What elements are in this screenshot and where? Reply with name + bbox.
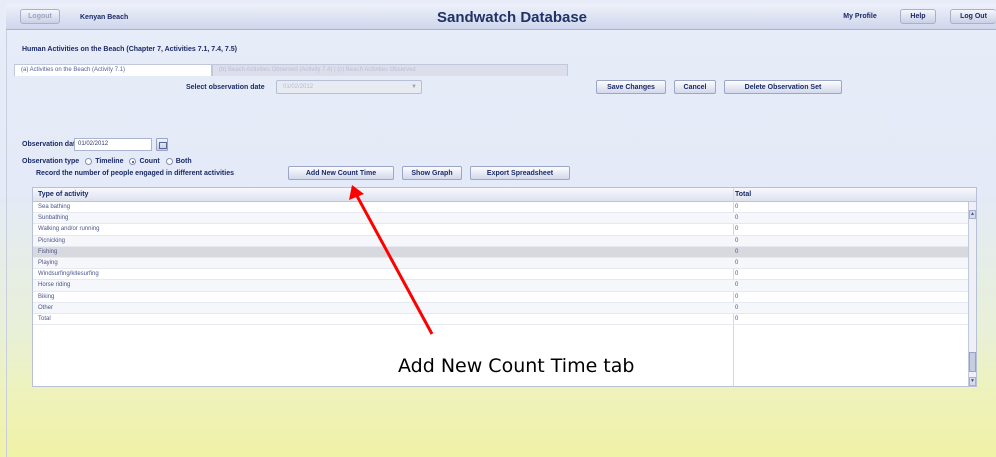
radio-count[interactable] <box>129 158 137 165</box>
help-button[interactable]: Help <box>900 9 936 24</box>
activity-cell: Total <box>38 315 51 322</box>
select-placeholder: 01/02/2012 <box>283 84 314 90</box>
export-spreadsheet-button[interactable]: Export Spreadsheet <box>470 166 570 180</box>
table-row[interactable]: Total 0 <box>33 314 973 326</box>
record-instructions: Record the number of people engaged in d… <box>36 170 234 177</box>
observation-date-select[interactable]: 01/02/2012 ▼ <box>276 80 422 94</box>
radio-timeline-label: Timeline <box>95 158 124 165</box>
observation-date-label: Observation date <box>22 141 80 148</box>
tab-other-activities[interactable]: (b) Beach Activities Observed (Activity … <box>212 64 568 76</box>
scroll-down-icon[interactable]: ▼ <box>969 377 976 386</box>
logout-button[interactable]: Log Out <box>950 9 996 24</box>
tab-activities-on-beach[interactable]: (a) Activities on the Beach (Activity 7.… <box>14 64 212 76</box>
total-cell[interactable]: 0 <box>735 316 738 322</box>
total-cell[interactable]: 0 <box>735 226 738 232</box>
radio-both[interactable] <box>165 158 173 165</box>
radio-timeline[interactable] <box>85 158 93 165</box>
total-cell[interactable]: 0 <box>735 204 738 210</box>
total-cell[interactable]: 0 <box>735 294 738 300</box>
add-new-count-time-button[interactable]: Add New Count Time <box>288 166 394 180</box>
table-row[interactable]: Walking and/or running 0 <box>33 224 973 236</box>
total-cell[interactable]: 0 <box>735 260 738 266</box>
calendar-icon[interactable] <box>156 138 168 151</box>
table-row[interactable]: Other 0 <box>33 302 973 314</box>
table-row[interactable]: Playing 0 <box>33 257 973 270</box>
scroll-thumb[interactable] <box>969 352 976 372</box>
activity-cell: Fishing <box>38 248 58 255</box>
activity-cell: Horse riding <box>38 282 71 289</box>
page-title: Human Activities on the Beach (Chapter 7… <box>22 46 237 53</box>
table-row[interactable]: Biking 0 <box>33 292 973 303</box>
table-row[interactable]: Sunbathing 0 <box>33 213 973 225</box>
logout-left-button[interactable]: Logout <box>20 9 60 24</box>
table-body: Sea bathing 0 Sunbathing 0 Walking and/or ru… <box>33 202 973 326</box>
table-row[interactable]: Horse riding 0 <box>33 280 973 292</box>
radio-count-label: Count <box>139 158 160 165</box>
observation-date-field[interactable]: 01/02/2012 <box>74 138 152 151</box>
total-cell[interactable]: 0 <box>735 271 738 277</box>
show-graph-button[interactable]: Show Graph <box>402 166 462 180</box>
radio-both-label: Both <box>175 158 192 165</box>
save-changes-button[interactable]: Save Changes <box>596 80 666 94</box>
top-bar: Logout Kenyan Beach Sandwatch Database M… <box>6 4 996 30</box>
select-observation-label: Select observation date <box>186 84 265 91</box>
table-row[interactable]: Fishing 0 <box>33 246 973 258</box>
scroll-up-icon[interactable]: ▲ <box>969 210 976 219</box>
column-header-activity: Type of activity <box>38 191 89 198</box>
activity-cell: Sunbathing <box>38 215 69 222</box>
delete-observation-button[interactable]: Delete Observation Set <box>724 80 842 94</box>
observation-type-group: Observation type Timeline Count Both <box>22 158 192 165</box>
activity-cell: Picnicking <box>38 237 66 244</box>
table-scrollbar[interactable]: ▲ ▼ <box>968 202 976 386</box>
activity-cell: Playing <box>38 259 58 266</box>
annotation-label: Add New Count Time tab <box>398 355 635 377</box>
location-label: Kenyan Beach <box>80 14 129 21</box>
total-cell[interactable]: 0 <box>735 215 738 221</box>
table-row[interactable]: Windsurfing/kitesurfing 0 <box>33 269 973 281</box>
activity-cell: Windsurfing/kitesurfing <box>38 271 99 278</box>
table-header: Type of activity Total <box>33 188 976 202</box>
activity-cell: Sea bathing <box>38 204 71 210</box>
cancel-button[interactable]: Cancel <box>674 80 716 94</box>
total-cell[interactable]: 0 <box>735 305 738 311</box>
activity-cell: Walking and/or running <box>38 226 100 233</box>
total-cell[interactable]: 0 <box>735 282 738 288</box>
column-header-total: Total <box>735 191 752 198</box>
total-cell[interactable]: 0 <box>735 238 738 244</box>
app-title: Sandwatch Database <box>436 9 588 26</box>
table-row[interactable]: Sea bathing 0 <box>33 202 973 214</box>
total-cell[interactable]: 0 <box>735 249 738 255</box>
observation-type-label: Observation type <box>22 158 80 165</box>
activity-cell: Biking <box>38 293 55 300</box>
chevron-down-icon: ▼ <box>411 84 417 90</box>
tab-strip: (a) Activities on the Beach (Activity 7.… <box>14 64 568 76</box>
table-row[interactable]: Picnicking 0 <box>33 235 973 247</box>
activity-cell: Other <box>38 304 54 311</box>
my-profile-link[interactable]: My Profile <box>838 9 882 24</box>
